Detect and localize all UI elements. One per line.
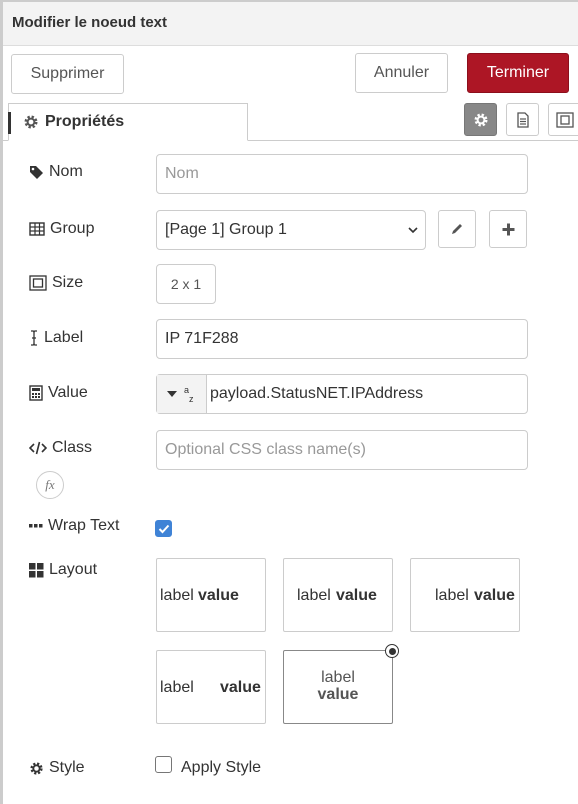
dialog-toolbar: Supprimer Annuler Terminer <box>3 46 578 102</box>
cog-icon <box>30 761 43 775</box>
wrap-text-checkbox[interactable] <box>155 520 172 537</box>
layout-option-row-left[interactable]: label value <box>156 558 266 632</box>
class-label: Class <box>29 437 92 459</box>
layout-selected-radio <box>385 644 399 658</box>
value-expression[interactable]: payload.StatusNET.IPAddress <box>207 375 423 413</box>
group-label-text: Group <box>50 220 95 237</box>
class-input[interactable] <box>156 430 528 470</box>
add-group-button[interactable] <box>489 210 527 248</box>
file-icon <box>516 111 529 128</box>
style-label: Style <box>29 757 85 779</box>
cog-icon <box>474 113 487 126</box>
chevron-down-icon <box>408 227 418 234</box>
layout-option-row-right[interactable]: label value <box>410 558 520 632</box>
apply-style-label: Apply Style <box>181 759 262 776</box>
tab-description-icon-button[interactable] <box>506 103 539 136</box>
layout-label: Layout <box>29 559 97 581</box>
dialog-title: Modifier le noeud text <box>12 14 168 31</box>
text-cursor-icon <box>31 330 37 346</box>
style-label-text: Style <box>49 759 85 776</box>
value-type-selector[interactable]: a z <box>157 375 207 413</box>
string-type-icon: a z <box>184 385 194 403</box>
frame-icon <box>555 111 574 128</box>
tab-bar: Propriétés <box>3 102 578 141</box>
tab-active-marker <box>8 112 11 134</box>
name-label: Nom <box>29 161 83 183</box>
done-button[interactable]: Terminer <box>467 53 569 93</box>
label-input[interactable] <box>156 319 528 359</box>
code-icon <box>29 441 47 455</box>
wrap-text-label: Wrap Text <box>29 515 119 537</box>
layout-option-row-center[interactable]: label value <box>283 558 393 632</box>
name-label-text: Nom <box>49 163 83 180</box>
name-input[interactable] <box>156 154 528 194</box>
layout-option-value: value <box>474 587 515 604</box>
calculator-icon <box>29 385 43 401</box>
size-picker-button[interactable]: 2 x 1 <box>156 264 216 304</box>
size-label-text: Size <box>52 274 84 291</box>
tab-properties[interactable]: Propriétés <box>8 103 248 141</box>
wrap-text-label-text: Wrap Text <box>48 517 120 534</box>
value-typed-input[interactable]: a z payload.StatusNET.IPAddress <box>156 374 528 414</box>
delete-button[interactable]: Supprimer <box>11 54 124 94</box>
layout-option-value: value <box>198 587 239 604</box>
layout-option-value: value <box>336 587 377 604</box>
layout-option-label: label <box>160 587 194 604</box>
resize-icon <box>29 275 47 291</box>
layout-option-label: label <box>435 587 469 604</box>
text-label-label: Label <box>29 327 83 349</box>
pencil-icon <box>452 224 462 234</box>
layout-option-row-spread[interactable]: label value <box>156 650 266 724</box>
value-label: Value <box>29 382 88 404</box>
cancel-button[interactable]: Annuler <box>355 53 448 93</box>
tab-appearance-icon-button[interactable] <box>548 103 578 136</box>
layout-option-label: label <box>321 669 355 686</box>
plus-icon <box>502 223 514 235</box>
layout-option-value: value <box>220 679 261 696</box>
layout-option-column-center[interactable]: label value <box>283 644 399 724</box>
caret-down-icon <box>166 391 177 397</box>
layout-option-label: label <box>160 679 194 696</box>
dots-icon <box>29 524 43 528</box>
tag-icon <box>30 165 43 179</box>
layout-option-label: label <box>297 587 331 604</box>
tab-properties-label: Propriétés <box>45 113 125 130</box>
class-expression-button[interactable]: fx <box>36 471 64 499</box>
group-select[interactable]: [Page 1] Group 1 <box>156 210 426 250</box>
cog-icon <box>24 115 38 129</box>
text-label-label-text: Label <box>44 329 84 346</box>
layout-option-value: value <box>317 686 359 703</box>
value-label-text: Value <box>48 384 88 401</box>
group-select-value: [Page 1] Group 1 <box>165 221 287 238</box>
table-icon <box>29 222 45 236</box>
tab-settings-icon-button[interactable] <box>464 103 497 136</box>
size-label: Size <box>29 272 83 294</box>
checkmark-icon <box>158 524 169 533</box>
dialog-titlebar: Modifier le noeud text <box>3 2 578 46</box>
edit-node-dialog: Modifier le noeud text Supprimer Annuler… <box>0 0 578 804</box>
layout-label-text: Layout <box>49 561 98 578</box>
grid-icon <box>29 562 44 577</box>
svg-text:z: z <box>189 394 194 403</box>
apply-style-checkbox[interactable] <box>155 756 172 773</box>
group-label: Group <box>29 218 94 240</box>
edit-group-button[interactable] <box>438 210 476 248</box>
class-label-text: Class <box>52 439 93 456</box>
